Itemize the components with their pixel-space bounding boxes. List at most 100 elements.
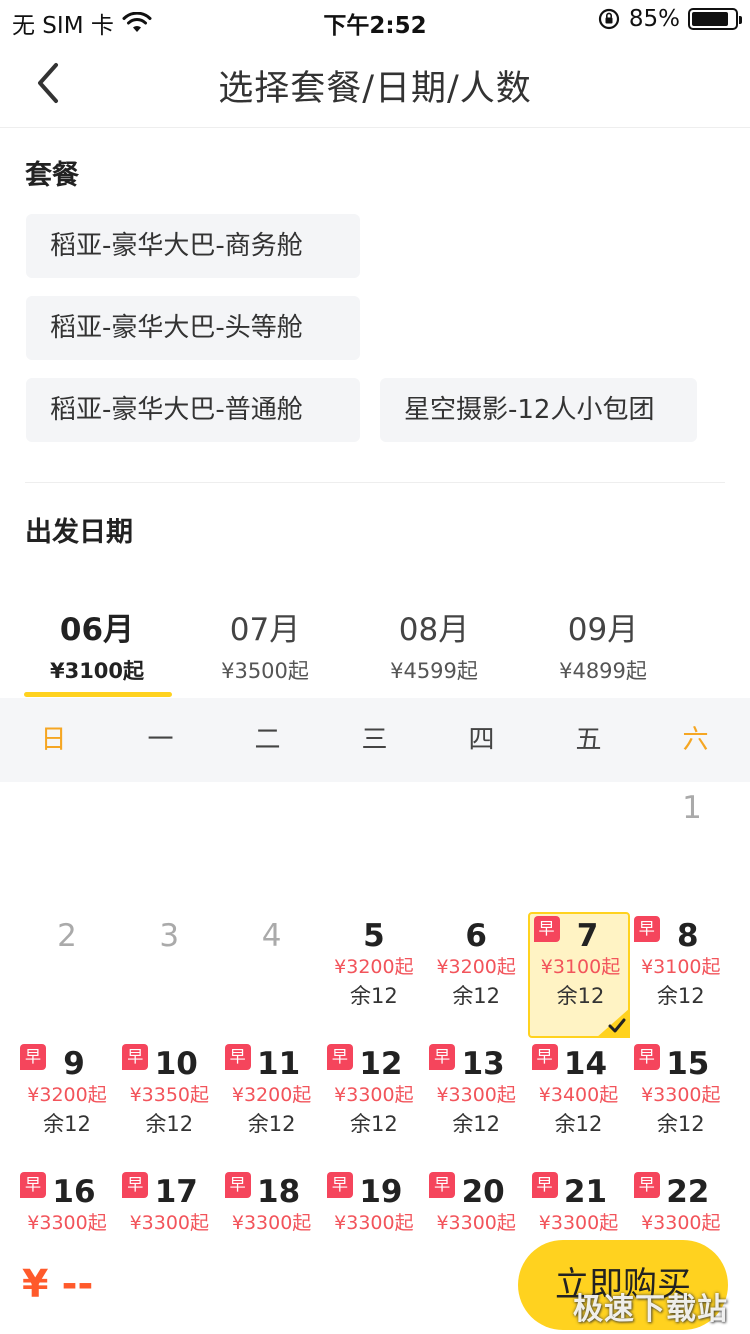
- day-price: ¥3100起: [641, 956, 721, 978]
- day-number: 11: [257, 1046, 301, 1082]
- month-price: ¥4599起: [390, 659, 478, 683]
- day-number: 20: [461, 1174, 505, 1210]
- day-number: 6: [465, 918, 487, 954]
- day-price: ¥3350起: [129, 1084, 210, 1106]
- calendar-day-8[interactable]: 早 8 ¥3100起 余12: [630, 914, 732, 1040]
- day-price: ¥3300起: [436, 1084, 516, 1106]
- day-number: 12: [359, 1046, 403, 1082]
- package-option-2[interactable]: 稻亚-豪华大巴-头等舱: [26, 296, 360, 360]
- battery-icon: [688, 8, 742, 30]
- day-price: ¥3300起: [538, 1212, 619, 1234]
- day-stock: 余12: [247, 1112, 296, 1136]
- weekday-thu: 四: [468, 725, 495, 755]
- day-price: ¥3300起: [129, 1212, 210, 1234]
- day-number: 16: [52, 1174, 96, 1210]
- day-number: 14: [563, 1046, 608, 1082]
- battery-percent: 85%: [628, 6, 680, 32]
- day-stock: 余12: [556, 984, 605, 1008]
- day-price: ¥3300起: [27, 1212, 107, 1234]
- calendar-day-2: 2: [16, 914, 118, 1040]
- battery-level: [692, 12, 728, 26]
- calendar-day-14[interactable]: 早 14 ¥3400起 余12: [528, 1042, 630, 1168]
- day-price: ¥3200起: [334, 956, 414, 978]
- weekday-sun: 日: [40, 725, 67, 755]
- total-price: ¥ --: [22, 1262, 94, 1306]
- section-divider: [25, 482, 725, 483]
- day-price: ¥3300起: [334, 1212, 414, 1234]
- day-stock: 余12: [452, 1112, 501, 1136]
- day-number: 5: [363, 918, 385, 954]
- day-number: 3: [159, 918, 180, 954]
- day-stock: 余12: [554, 1112, 603, 1136]
- active-month-indicator: [24, 692, 172, 697]
- day-price: ¥3300起: [641, 1212, 721, 1234]
- status-bar: 无 SIM 卡 下午2:52 85%: [0, 0, 750, 40]
- day-number: 9: [63, 1046, 85, 1082]
- day-price: ¥3300起: [641, 1084, 721, 1106]
- page-title: 选择套餐/日期/人数: [218, 69, 532, 109]
- month-name: 09月: [567, 612, 639, 648]
- month-tab-09[interactable]: 09月 ¥4899起: [528, 604, 678, 685]
- day-number: 21: [563, 1174, 608, 1210]
- month-tab-06[interactable]: 06月 ¥3100起: [22, 604, 172, 685]
- day-number: 22: [666, 1174, 710, 1210]
- day-price: ¥3300起: [334, 1084, 414, 1106]
- day-stock: 余12: [350, 984, 398, 1008]
- month-tab-08[interactable]: 08月 ¥4599起: [359, 604, 509, 685]
- weekday-wed: 三: [361, 725, 388, 755]
- weekday-mon: 一: [147, 725, 174, 755]
- day-number: 17: [154, 1174, 198, 1210]
- day-price: ¥3200起: [231, 1084, 312, 1106]
- day-price: ¥3200起: [436, 956, 516, 978]
- weekday-fri: 五: [575, 725, 602, 755]
- day-price: ¥3400起: [538, 1084, 619, 1106]
- calendar-day-11[interactable]: 早 11 ¥3200起 余12: [221, 1042, 323, 1168]
- day-number: 15: [666, 1046, 710, 1082]
- month-price: ¥3100起: [49, 659, 145, 683]
- calendar-day-3: 3: [118, 914, 220, 1040]
- day-number: 13: [461, 1046, 505, 1082]
- day-number: 10: [154, 1046, 198, 1082]
- day-number: 7: [576, 918, 599, 954]
- day-stock: 余12: [145, 1112, 194, 1136]
- day-stock: 余12: [452, 984, 501, 1008]
- day-price: ¥3300起: [436, 1212, 516, 1234]
- calendar-day-12[interactable]: 早 12 ¥3300起 余12: [323, 1042, 425, 1168]
- month-name: 08月: [398, 612, 470, 648]
- day-number: 8: [677, 918, 699, 954]
- month-price: ¥4899起: [559, 659, 647, 683]
- month-name: 06月: [59, 612, 135, 648]
- day-number: 19: [359, 1174, 403, 1210]
- package-option-4[interactable]: 星空摄影-12人小包团: [380, 378, 697, 442]
- calendar-day-10[interactable]: 早 10 ¥3350起 余12: [118, 1042, 220, 1168]
- day-stock: 余12: [350, 1112, 398, 1136]
- calendar-day-13[interactable]: 早 13 ¥3300起 余12: [425, 1042, 527, 1168]
- calendar-day-15[interactable]: 早 15 ¥3300起 余12: [630, 1042, 732, 1168]
- package-option-1[interactable]: 稻亚-豪华大巴-商务舱: [26, 214, 360, 278]
- calendar-day-9[interactable]: 早 9 ¥3200起 余12: [16, 1042, 118, 1168]
- month-tab-07[interactable]: 07月 ¥3500起: [190, 604, 340, 685]
- day-stock: 余12: [656, 984, 705, 1008]
- day-stock: 余12: [656, 1112, 705, 1136]
- nav-bar: 选择套餐/日期/人数: [0, 40, 750, 128]
- calendar-day-6[interactable]: 6 ¥3200起 余12: [425, 914, 527, 1040]
- month-price: ¥3500起: [221, 659, 309, 683]
- calendar-day-4: 4: [221, 914, 323, 1040]
- package-section-title: 套餐: [25, 160, 79, 191]
- package-option-3[interactable]: 稻亚-豪华大巴-普通舱: [26, 378, 360, 442]
- calendar-day-7[interactable]: 早 7 ¥3100起 余12: [527, 912, 630, 1038]
- day-price: ¥3200起: [27, 1084, 107, 1106]
- day-stock: 余12: [43, 1112, 91, 1136]
- day-number: 4: [261, 918, 282, 954]
- watermark: 极速下载站: [573, 1292, 728, 1327]
- day-price: ¥3300起: [231, 1212, 312, 1234]
- day-price: ¥3100起: [540, 956, 621, 978]
- day-number: 1: [682, 790, 702, 826]
- status-right: 85%: [597, 6, 742, 32]
- day-number: 2: [57, 918, 77, 954]
- weekday-tue: 二: [254, 725, 281, 755]
- calendar-day-5[interactable]: 5 ¥3200起 余12: [323, 914, 425, 1040]
- rotation-lock-icon: [598, 8, 619, 30]
- day-number: 18: [257, 1174, 301, 1210]
- calendar-day-1: 1: [630, 786, 732, 912]
